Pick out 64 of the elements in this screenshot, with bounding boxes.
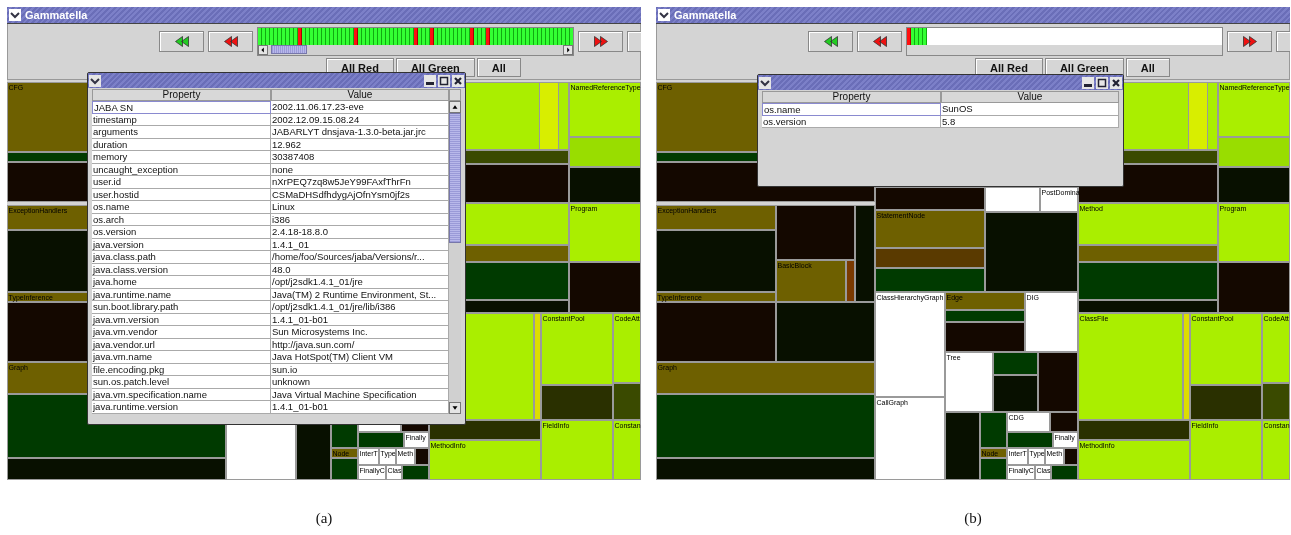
property-cell[interactable]: arguments — [92, 126, 271, 139]
figure-caption: (b) — [964, 510, 982, 527]
maximize-icon[interactable] — [1096, 76, 1108, 89]
column-header[interactable]: Value — [271, 89, 449, 101]
maximize-icon[interactable] — [438, 74, 450, 87]
property-cell[interactable]: java.vm.vendor — [92, 326, 271, 339]
filter-button[interactable]: All — [476, 58, 521, 77]
property-cell[interactable]: os.name — [762, 103, 941, 116]
scrollbar-thumb[interactable] — [449, 113, 461, 243]
fast-forward-button[interactable] — [1227, 31, 1272, 52]
value-cell: nXrPEQ7zq8w5JeY99FAxfThrFn — [271, 176, 449, 189]
rewind-icon — [223, 36, 238, 47]
property-cell[interactable]: java.class.path — [92, 251, 271, 264]
rewind-icon — [823, 36, 838, 47]
menu-icon[interactable] — [89, 74, 101, 87]
value-cell: 2002.11.06.17.23-eve — [271, 101, 449, 114]
window-title: Gammatella — [674, 9, 737, 21]
minimize-icon[interactable] — [424, 74, 436, 87]
value-cell: unknown — [271, 376, 449, 389]
figure-caption: (a) — [315, 510, 333, 527]
value-cell: /opt/j2sdk1.4.1_01/jre/lib/i386 — [271, 301, 449, 314]
property-cell[interactable]: os.version — [92, 226, 271, 239]
window-title: Gammatella — [25, 9, 88, 21]
column-header[interactable]: Property — [92, 89, 271, 101]
value-cell: Sun Microsystems Inc. — [271, 326, 449, 339]
property-cell[interactable]: java.vm.name — [92, 351, 271, 364]
rewind-button[interactable] — [808, 31, 853, 52]
value-cell: /home/foo/Sources/jaba/Versions/r... — [271, 251, 449, 264]
rewind-button[interactable] — [159, 31, 204, 52]
property-cell[interactable]: memory — [92, 151, 271, 164]
property-cell[interactable]: JABA SN — [92, 101, 271, 114]
value-cell: 1.4.1_01-b01 — [271, 401, 449, 414]
fast-forward-button[interactable] — [578, 31, 623, 52]
rewind-icon — [872, 36, 887, 47]
menu-icon[interactable] — [759, 76, 771, 89]
property-cell[interactable]: user.id — [92, 176, 271, 189]
fast-forward-icon — [593, 36, 608, 47]
close-icon[interactable] — [452, 74, 464, 87]
filter-button[interactable]: All — [1125, 58, 1170, 77]
value-cell: 30387408 — [271, 151, 449, 164]
menu-icon[interactable] — [9, 9, 21, 21]
value-cell: Linux — [271, 201, 449, 214]
value-cell: Java HotSpot(TM) Client VM — [271, 351, 449, 364]
value-cell: 2.4.18-18.8.0 — [271, 226, 449, 239]
fast-forward-icon — [1242, 36, 1257, 47]
property-cell[interactable]: sun.os.patch.level — [92, 376, 271, 389]
property-cell[interactable]: java.home — [92, 276, 271, 289]
table-header-corner — [449, 89, 461, 101]
property-cell[interactable]: sun.boot.library.path — [92, 301, 271, 314]
property-cell[interactable]: os.name — [92, 201, 271, 214]
value-cell: /opt/j2sdk1.4.1_01/jre — [271, 276, 449, 289]
column-header[interactable]: Property — [762, 91, 941, 103]
value-cell: JABARLYT dnsjava-1.3.0-beta.jar.jrc — [271, 126, 449, 139]
menu-icon[interactable] — [658, 9, 670, 21]
property-cell[interactable]: java.runtime.version — [92, 401, 271, 414]
close-icon[interactable] — [1110, 76, 1122, 89]
rewind-button[interactable] — [208, 31, 253, 52]
value-cell: SunOS — [941, 103, 1119, 116]
scrollbar[interactable] — [449, 101, 461, 414]
rewind-icon — [174, 36, 189, 47]
minimize-icon[interactable] — [1082, 76, 1094, 89]
rewind-button[interactable] — [857, 31, 902, 52]
scrollbar-thumb[interactable] — [271, 45, 307, 54]
column-header[interactable]: Value — [941, 91, 1119, 103]
